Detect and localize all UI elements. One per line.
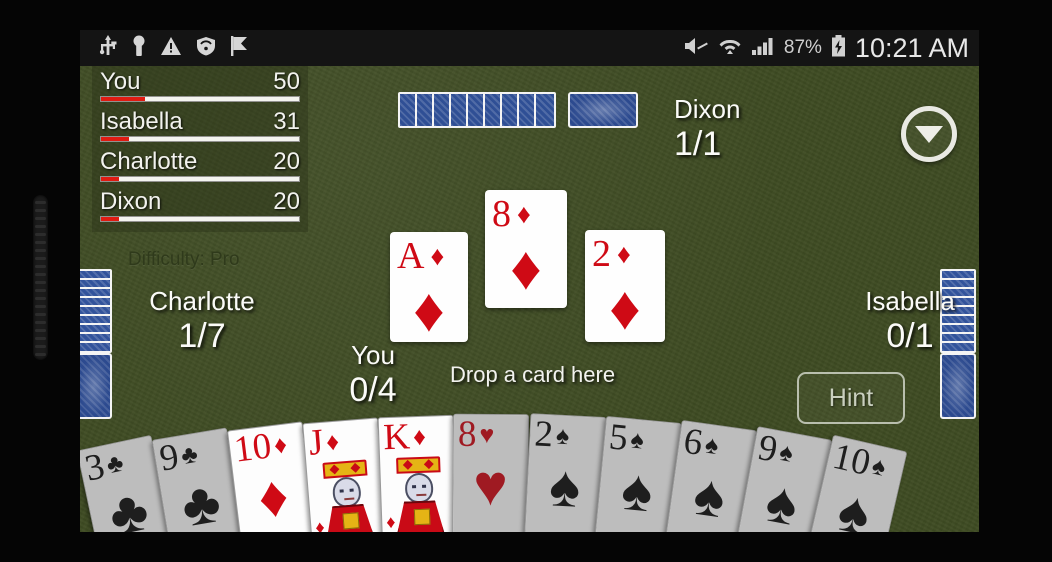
- scoreboard-row: Charlotte 20: [100, 148, 300, 182]
- player-name: Isabella: [865, 286, 955, 316]
- player-trick-count: 1/7: [178, 317, 226, 355]
- spade-icon: ♠: [703, 430, 721, 461]
- diamond-icon: ♦: [325, 427, 341, 457]
- spade-icon: ♠: [629, 425, 646, 455]
- score-progress-bar: [100, 216, 300, 222]
- check-flag-icon: [230, 35, 250, 62]
- score-progress-bar: [100, 136, 300, 142]
- android-status-bar: 87% 10:21 AM: [80, 30, 979, 66]
- played-card: 8 ♦ ♦: [485, 190, 567, 308]
- wifi-icon: [718, 36, 742, 61]
- key-icon: [132, 35, 146, 62]
- club-icon: ♣: [176, 469, 226, 532]
- player-trick-count: 0/1: [886, 317, 934, 355]
- spade-icon: ♠: [618, 456, 656, 525]
- usb-icon: [98, 34, 118, 62]
- played-card: 2 ♦ ♦: [585, 230, 665, 342]
- player-label-charlotte: Charlotte 1/7: [122, 286, 282, 356]
- scoreboard-row: You 50: [100, 68, 300, 102]
- cellular-signal-icon: [751, 36, 775, 61]
- heart-icon: ♥: [472, 452, 508, 519]
- heart-icon: ♥: [479, 420, 495, 450]
- hand-card[interactable]: J ♦ ♦: [302, 417, 388, 532]
- diamond-icon: ♦: [413, 276, 445, 342]
- scoreboard-panel: You 50 Isabella 31 Charlotte 20 Dixon 20: [92, 66, 308, 232]
- difficulty-label: Difficulty: Pro: [128, 249, 240, 270]
- spade-icon: ♠: [547, 453, 582, 520]
- device-side-button[interactable]: [33, 195, 48, 360]
- diamond-icon: ♦: [609, 274, 641, 342]
- player-label-dixon: Dixon 1/1: [674, 94, 794, 164]
- score-progress-bar: [100, 96, 300, 102]
- shield-icon: [196, 36, 216, 61]
- diamond-icon: ♦: [385, 511, 396, 532]
- player-name: You: [351, 340, 395, 370]
- diamond-icon: ♦: [272, 430, 289, 460]
- mute-icon: [683, 36, 709, 61]
- warning-triangle-icon: [160, 36, 182, 61]
- hand-card[interactable]: 8 ♥ ♥: [452, 413, 530, 532]
- diamond-icon: ♦: [510, 234, 542, 303]
- score-player-value: 31: [273, 108, 300, 135]
- score-player-value: 20: [273, 188, 300, 215]
- battery-percent-label: 87%: [783, 37, 822, 58]
- player-name: Charlotte: [149, 286, 255, 316]
- score-player-name: Dixon: [100, 188, 162, 215]
- score-player-name: Charlotte: [100, 148, 198, 175]
- score-player-value: 50: [273, 68, 300, 95]
- score-player-name: Isabella: [100, 108, 183, 135]
- player-name: Dixon: [674, 94, 741, 124]
- game-table[interactable]: You 50 Isabella 31 Charlotte 20 Dixon 20…: [80, 66, 979, 532]
- player-label-isabella: Isabella 0/1: [830, 286, 979, 356]
- played-card: A ♦ ♦: [390, 232, 468, 342]
- card-rank: J: [307, 421, 325, 464]
- card-back: [568, 92, 638, 128]
- chevron-down-glyph: [915, 125, 943, 143]
- spade-icon: ♠: [689, 461, 730, 531]
- status-bar-clock: 10:21 AM: [854, 32, 969, 63]
- scoreboard-row: Isabella 31: [100, 108, 300, 142]
- card-rank: 2: [533, 413, 555, 456]
- card-rank: 5: [607, 416, 630, 460]
- card-rank: A: [397, 235, 425, 277]
- score-progress-bar: [100, 176, 300, 182]
- charlotte-card-stack: [80, 269, 112, 419]
- hand-card[interactable]: 2 ♠ ♠: [524, 413, 607, 532]
- score-player-name: You: [100, 68, 141, 95]
- card-rank: 8: [492, 193, 511, 235]
- phone-screen: 87% 10:21 AM You 50 Isabella 31 Charlott…: [80, 30, 979, 532]
- drop-zone-label: Drop a card here: [450, 362, 616, 387]
- diamond-icon: ♦: [314, 516, 326, 532]
- court-figure: ♦: [312, 459, 382, 532]
- diamond-icon: ♦: [430, 241, 445, 271]
- player-trick-count: 1/1: [674, 125, 722, 163]
- court-figure: ♦: [386, 456, 453, 532]
- scoreboard-row: Dixon 20: [100, 188, 300, 222]
- card-rank: 8: [457, 413, 477, 455]
- diamond-icon: ♦: [412, 422, 427, 452]
- spade-icon: ♠: [555, 421, 571, 451]
- diamond-icon: ♦: [254, 462, 293, 531]
- diamond-icon: ♦: [517, 199, 531, 229]
- dixon-card-stack: [398, 92, 638, 128]
- hand-card[interactable]: K ♦ ♦: [377, 414, 458, 532]
- chevron-down-circle-icon[interactable]: [901, 106, 957, 162]
- spade-icon: ♠: [831, 477, 877, 532]
- spade-icon: ♠: [760, 468, 804, 532]
- card-rank: 6: [681, 420, 706, 464]
- battery-charging-icon: [831, 34, 846, 62]
- player-hand[interactable]: 3 ♣ ♣ 9 ♣ ♣ 10 ♦ ♦ J ♦ ♦ K ♦ ♦ 8 ♥ ♥ 2 ♠…: [80, 398, 979, 532]
- card-rank: K: [382, 416, 411, 459]
- score-player-value: 20: [273, 148, 300, 175]
- diamond-icon: ♦: [617, 239, 631, 269]
- device-frame: 87% 10:21 AM You 50 Isabella 31 Charlott…: [0, 0, 1052, 562]
- card-rank: 2: [592, 233, 611, 275]
